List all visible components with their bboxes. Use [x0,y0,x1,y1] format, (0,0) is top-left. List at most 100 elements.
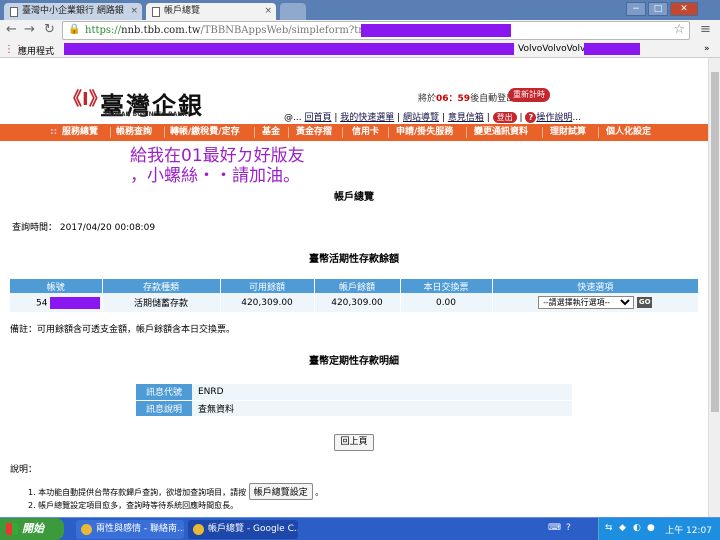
redaction-mark [584,43,640,55]
message-code-value: ENRD [192,384,572,401]
windows-logo-icon [6,523,18,535]
volume-icon[interactable]: ◐ [633,523,641,533]
nav-separator [110,127,111,138]
column-header: 帳戶餘額 [314,279,401,293]
shield-icon[interactable]: ◆ [619,523,626,533]
info-row: 訊息代號 ENRD [136,384,572,401]
start-button[interactable]: 開始 [0,518,64,540]
url-host: nnb.tbb.com.tw [121,25,201,36]
more-bookmarks-icon[interactable]: » [704,44,710,54]
taskbar-item-account-overview[interactable]: 帳戶總覽 - Google C... [188,520,298,539]
nav-item-service-overview[interactable]: 服務總覽 [62,124,98,141]
minimize-button[interactable]: − [626,2,646,16]
url-protocol: https:// [85,25,122,36]
column-header: 可用餘額 [220,279,315,293]
nav-separator [342,127,343,138]
account-number[interactable]: 54 [36,298,47,308]
system-tray: ⇆ ◆ ◐ ● 上午 12:07 [598,518,720,540]
url-text: https://nnb.tbb.com.tw/TBBNBAppsWeb/simp… [85,25,399,36]
logo-mark-icon: 《I》 [64,89,107,110]
nav-bullet-icon: :: [50,127,58,137]
account-number-cell[interactable]: 54 [10,293,103,312]
time-deposit-info-table: 訊息代號 ENRD 訊息說明 查無資料 [136,384,572,417]
back-button[interactable]: 回上頁 [334,434,374,451]
help-tray-icon[interactable]: ? [566,523,571,533]
quick-option-select[interactable]: --請選擇執行選項-- [538,296,635,309]
scrollbar-thumb[interactable] [711,72,719,412]
home-link[interactable]: 回首頁 [304,113,331,123]
browser-tab-tbb-home[interactable]: 臺灣中小企業銀行 網路銀 × [4,3,142,20]
redaction-mark [50,296,101,309]
star-icon[interactable]: ☆ [673,22,685,37]
renew-timer-button[interactable]: 重新計時 [508,88,550,102]
taskbar-item-forum[interactable]: 兩性與感情 - 聯絡南... [76,520,184,539]
nav-item-gold-passbook[interactable]: 黃金存摺 [296,124,332,141]
start-label: 開始 [22,522,44,535]
nav-separator [288,127,289,138]
note-tail: 。 [315,488,324,497]
quick-menu-link[interactable]: 我的快速選單 [340,113,394,123]
column-header: 帳號 [10,279,103,293]
main-navigation: :: 服務總覽 帳務查詢 轉帳/繳稅費/定存 基金 黃金存摺 信用卡 申請/掛失… [0,124,708,141]
nav-item-fund[interactable]: 基金 [262,124,280,141]
help-icon[interactable]: ? [525,112,537,123]
quick-option-cell: --請選擇執行選項-- GO [492,293,699,312]
lock-icon: 🔒 [68,24,81,35]
nav-separator [164,127,165,138]
logo-english: TAIWAN BUSINESS BANK [104,111,188,118]
taskbar-item-label: 兩性與感情 - 聯絡南... [96,524,184,534]
close-icon[interactable]: × [264,3,272,20]
volvo-bookmark[interactable]: VolvoVolvoVolvo [518,44,591,54]
nav-separator [598,127,599,138]
nav-item-credit-card[interactable]: 信用卡 [352,124,379,141]
auto-logout-timer: 將於06：59後自動登出 [418,91,515,104]
page-icon [152,7,160,17]
windows-taskbar: 開始 兩性與感情 - 聯絡南... 帳戶總覽 - Google C... ⌨ ?… [0,517,720,540]
menu-icon[interactable]: ≡ [700,23,711,37]
restore-button[interactable]: □ [648,2,668,16]
top-links: @... 回首頁 | 我的快速選單 | 網站導覽 | 意見信箱 | 登出 | ?… [284,112,581,123]
logout-button[interactable]: 登出 [492,112,517,123]
query-time-value: 2017/04/20 00:08:09 [59,223,156,233]
page-title: 帳戶總覽 [334,192,374,203]
nav-separator [542,127,543,138]
column-header: 本日交換票 [400,279,493,293]
go-button[interactable]: GO [637,297,653,308]
feedback-link[interactable]: 意見信箱 [448,113,484,123]
info-row: 訊息說明 查無資料 [136,400,572,417]
query-time: 查詢時間： 2017/04/20 00:08:09 [12,220,155,233]
nav-item-personal-settings[interactable]: 個人化設定 [606,124,651,141]
bookmarks-bar: ⋮⋮ 應用程式 VolvoVolvoVolvo » [0,41,720,58]
message-desc-value: 查無資料 [192,400,572,417]
column-header: 存款種類 [102,279,221,293]
nav-item-transfer-tax-deposit[interactable]: 轉帳/繳稅費/定存 [170,124,240,141]
browser-tab-account-overview[interactable]: 帳戶總覽 × [146,3,276,20]
close-icon[interactable]: × [130,3,138,20]
note-item-1: 1. 本功能自動提供台幣存款歸戶查詢，欲增加查詢項目，請按 帳戶總覽設定 。 [28,483,323,500]
update-icon[interactable]: ● [647,523,655,533]
account-overview-settings-button[interactable]: 帳戶總覽設定 [248,483,313,500]
reload-icon[interactable]: ↻ [44,23,55,37]
query-time-label: 查詢時間： [12,223,58,233]
nav-item-change-contact[interactable]: 變更通訊資料 [474,124,528,141]
nav-item-account-inquiry[interactable]: 帳務查詢 [116,124,152,141]
apps-bookmark[interactable]: 應用程式 [18,44,54,57]
network-icon[interactable]: ⇆ [605,523,613,533]
more-dots: ... [572,113,581,123]
help-link[interactable]: 操作說明 [536,113,572,123]
window-close-button[interactable]: ✕ [670,2,698,16]
table-row: 54 活期儲蓄存款 420,309.00 420,309.00 0.00 --請… [10,293,699,312]
nav-item-finance-calculator[interactable]: 理財試算 [550,124,586,141]
keyboard-icon[interactable]: ⌨ [548,523,561,533]
demand-deposit-heading: 臺幣活期性存款餘額 [309,254,399,265]
back-arrow-icon[interactable]: ← [6,23,17,37]
sitemap-link[interactable]: 網站導覽 [403,113,439,123]
nav-separator [466,127,467,138]
taskbar-clock: 上午 12:07 [665,526,712,536]
nav-item-apply-report-loss[interactable]: 申請/掛失服務 [396,124,453,141]
address-bar[interactable]: 🔒 https://nnb.tbb.com.tw/TBBNBAppsWeb/si… [62,21,690,40]
timer-value: 06：59 [436,94,471,104]
page-scrollbar[interactable] [708,58,720,517]
forward-arrow-icon[interactable]: → [24,23,35,37]
new-tab-button[interactable] [280,3,306,20]
